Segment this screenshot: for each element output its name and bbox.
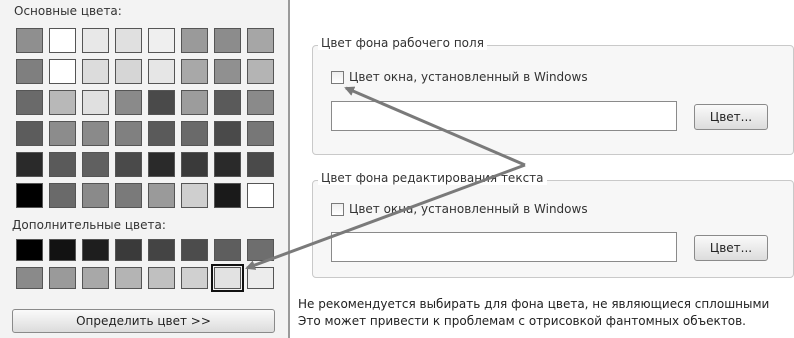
basic-color-swatch[interactable] — [148, 121, 175, 146]
basic-color-swatch[interactable] — [247, 59, 274, 84]
basic-color-swatch[interactable] — [214, 152, 241, 177]
basic-color-swatch[interactable] — [82, 28, 109, 53]
basic-color-swatch[interactable] — [82, 90, 109, 115]
basic-color-swatch[interactable] — [214, 28, 241, 53]
workspace-color-preview-field[interactable] — [331, 101, 677, 131]
basic-colors-grid — [16, 28, 274, 208]
basic-color-swatch[interactable] — [148, 152, 175, 177]
basic-color-swatch[interactable] — [247, 28, 274, 53]
custom-color-swatch[interactable] — [181, 239, 208, 261]
checkbox-label: Цвет окна, установленный в Windows — [349, 70, 588, 84]
basic-color-swatch[interactable] — [148, 183, 175, 208]
basic-color-swatch[interactable] — [16, 59, 43, 84]
basic-color-swatch[interactable] — [214, 59, 241, 84]
basic-color-swatch[interactable] — [49, 59, 76, 84]
basic-color-swatch[interactable] — [181, 28, 208, 53]
custom-color-swatch[interactable] — [82, 267, 109, 289]
workspace-group-title: Цвет фона рабочего поля — [318, 36, 487, 50]
basic-color-swatch[interactable] — [247, 90, 274, 115]
warning-note-line1: Не рекомендуется выбирать для фона цвета… — [298, 297, 770, 311]
custom-color-swatch[interactable] — [49, 239, 76, 261]
text-color-button[interactable]: Цвет... — [694, 235, 768, 261]
custom-color-swatch[interactable] — [49, 267, 76, 289]
basic-colors-label: Основные цвета: — [14, 4, 122, 18]
text-windows-color-checkbox[interactable]: Цвет окна, установленный в Windows — [331, 202, 588, 216]
custom-color-swatch[interactable] — [82, 239, 109, 261]
basic-color-swatch[interactable] — [181, 121, 208, 146]
custom-color-swatch[interactable] — [148, 239, 175, 261]
basic-color-swatch[interactable] — [247, 152, 274, 177]
basic-color-swatch[interactable] — [181, 152, 208, 177]
basic-color-swatch[interactable] — [16, 183, 43, 208]
color-palette-panel: Основные цвета: Дополнительные цвета: Оп… — [0, 0, 288, 338]
custom-color-swatch[interactable] — [211, 264, 244, 292]
custom-color-swatch[interactable] — [247, 267, 274, 289]
basic-color-swatch[interactable] — [16, 152, 43, 177]
checkbox-box[interactable] — [331, 202, 344, 216]
basic-color-swatch[interactable] — [82, 183, 109, 208]
basic-color-swatch[interactable] — [82, 152, 109, 177]
basic-color-swatch[interactable] — [214, 121, 241, 146]
workspace-windows-color-checkbox[interactable]: Цвет окна, установленный в Windows — [331, 70, 588, 84]
basic-color-swatch[interactable] — [115, 152, 142, 177]
basic-color-swatch[interactable] — [115, 28, 142, 53]
custom-color-swatch[interactable] — [115, 267, 142, 289]
basic-color-swatch[interactable] — [16, 121, 43, 146]
basic-color-swatch[interactable] — [115, 183, 142, 208]
basic-color-swatch[interactable] — [247, 121, 274, 146]
custom-colors-grid — [16, 239, 274, 292]
custom-color-swatch[interactable] — [115, 239, 142, 261]
basic-color-swatch[interactable] — [181, 183, 208, 208]
basic-color-swatch[interactable] — [181, 90, 208, 115]
custom-colors-label: Дополнительные цвета: — [12, 218, 166, 232]
custom-color-swatch[interactable] — [16, 239, 43, 261]
basic-color-swatch[interactable] — [49, 28, 76, 53]
warning-note-line2: Это может привести к проблемам с отрисов… — [298, 314, 746, 328]
basic-color-swatch[interactable] — [214, 90, 241, 115]
text-color-preview-field[interactable] — [331, 232, 677, 262]
basic-color-swatch[interactable] — [16, 28, 43, 53]
workspace-background-group — [312, 45, 794, 155]
basic-color-swatch[interactable] — [148, 59, 175, 84]
text-group-title: Цвет фона редактирования текста — [318, 171, 547, 185]
basic-color-swatch[interactable] — [49, 183, 76, 208]
custom-color-swatch[interactable] — [148, 267, 175, 289]
custom-color-swatch[interactable] — [16, 267, 43, 289]
define-color-button[interactable]: Определить цвет >> — [12, 309, 275, 333]
basic-color-swatch[interactable] — [49, 121, 76, 146]
custom-color-swatch[interactable] — [181, 267, 208, 289]
checkbox-label: Цвет окна, установленный в Windows — [349, 202, 588, 216]
custom-color-swatch[interactable] — [247, 239, 274, 261]
basic-color-swatch[interactable] — [115, 121, 142, 146]
basic-color-swatch[interactable] — [181, 59, 208, 84]
basic-color-swatch[interactable] — [214, 183, 241, 208]
basic-color-swatch[interactable] — [148, 28, 175, 53]
text-background-group — [312, 180, 794, 278]
basic-color-swatch[interactable] — [49, 90, 76, 115]
basic-color-swatch[interactable] — [16, 90, 43, 115]
basic-color-swatch[interactable] — [49, 152, 76, 177]
basic-color-swatch[interactable] — [148, 90, 175, 115]
basic-color-swatch[interactable] — [82, 121, 109, 146]
custom-color-swatch[interactable] — [214, 239, 241, 261]
basic-color-swatch[interactable] — [115, 90, 142, 115]
basic-color-swatch[interactable] — [247, 183, 274, 208]
checkbox-box[interactable] — [331, 70, 344, 84]
workspace-color-button[interactable]: Цвет... — [694, 104, 768, 130]
basic-color-swatch[interactable] — [115, 59, 142, 84]
basic-color-swatch[interactable] — [82, 59, 109, 84]
